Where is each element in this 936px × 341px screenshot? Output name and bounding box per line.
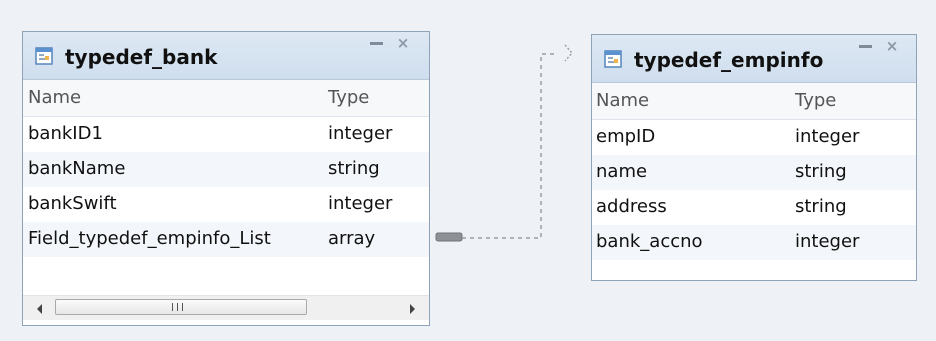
- column-header-row: Name Type: [23, 80, 429, 117]
- field-type: string: [795, 196, 847, 217]
- table-row[interactable]: name string: [592, 155, 916, 190]
- horizontal-scrollbar[interactable]: [23, 295, 429, 320]
- name-column-header[interactable]: Name: [28, 87, 81, 108]
- typedef-empinfo-header[interactable]: typedef_empinfo ×: [592, 35, 916, 83]
- field-type: string: [795, 161, 847, 182]
- field-type: integer: [795, 126, 860, 147]
- table-row[interactable]: bankID1 integer: [23, 117, 429, 152]
- entity-title: typedef_empinfo: [634, 48, 824, 72]
- type-column-header[interactable]: Type: [795, 90, 836, 111]
- scroll-right-icon[interactable]: [410, 304, 415, 314]
- scroll-left-icon[interactable]: [37, 304, 42, 314]
- diagram-canvas: typedef_bank × Name Type bankID1 integer…: [0, 0, 936, 341]
- scroll-grip-icon: [172, 303, 184, 311]
- typedef-bank-table[interactable]: typedef_bank × Name Type bankID1 integer…: [22, 31, 430, 326]
- field-name: bankSwift: [28, 193, 117, 214]
- table-icon: [604, 50, 622, 68]
- scroll-thumb[interactable]: [55, 299, 307, 315]
- table-row[interactable]: bankSwift integer: [23, 187, 429, 222]
- field-type: integer: [328, 123, 393, 144]
- field-name: Field_typedef_empinfo_List: [28, 228, 271, 249]
- table-row[interactable]: empID integer: [592, 120, 916, 155]
- field-name: empID: [596, 126, 656, 147]
- table-row[interactable]: Field_typedef_empinfo_List array: [23, 222, 429, 257]
- minimize-icon[interactable]: [368, 35, 384, 51]
- field-name: bankID1: [28, 123, 103, 144]
- typedef-bank-header[interactable]: typedef_bank ×: [23, 32, 429, 80]
- table-icon: [35, 47, 53, 65]
- close-icon[interactable]: ×: [395, 35, 411, 51]
- close-icon[interactable]: ×: [884, 38, 900, 54]
- typedef-empinfo-table[interactable]: typedef_empinfo × Name Type empID intege…: [591, 34, 917, 281]
- field-type: array: [328, 228, 376, 249]
- field-type: integer: [795, 231, 860, 252]
- field-name: bank_accno: [596, 231, 703, 252]
- table-row[interactable]: bank_accno integer: [592, 225, 916, 260]
- entity-title: typedef_bank: [65, 45, 218, 69]
- minimize-icon[interactable]: [857, 38, 873, 54]
- field-type: integer: [328, 193, 393, 214]
- table-row[interactable]: bankName string: [23, 152, 429, 187]
- table-row[interactable]: address string: [592, 190, 916, 225]
- field-type: string: [328, 158, 380, 179]
- name-column-header[interactable]: Name: [596, 90, 649, 111]
- column-header-row: Name Type: [592, 83, 916, 120]
- type-column-header[interactable]: Type: [328, 87, 369, 108]
- field-name: address: [596, 196, 667, 217]
- field-name: bankName: [28, 158, 126, 179]
- field-name: name: [596, 161, 648, 182]
